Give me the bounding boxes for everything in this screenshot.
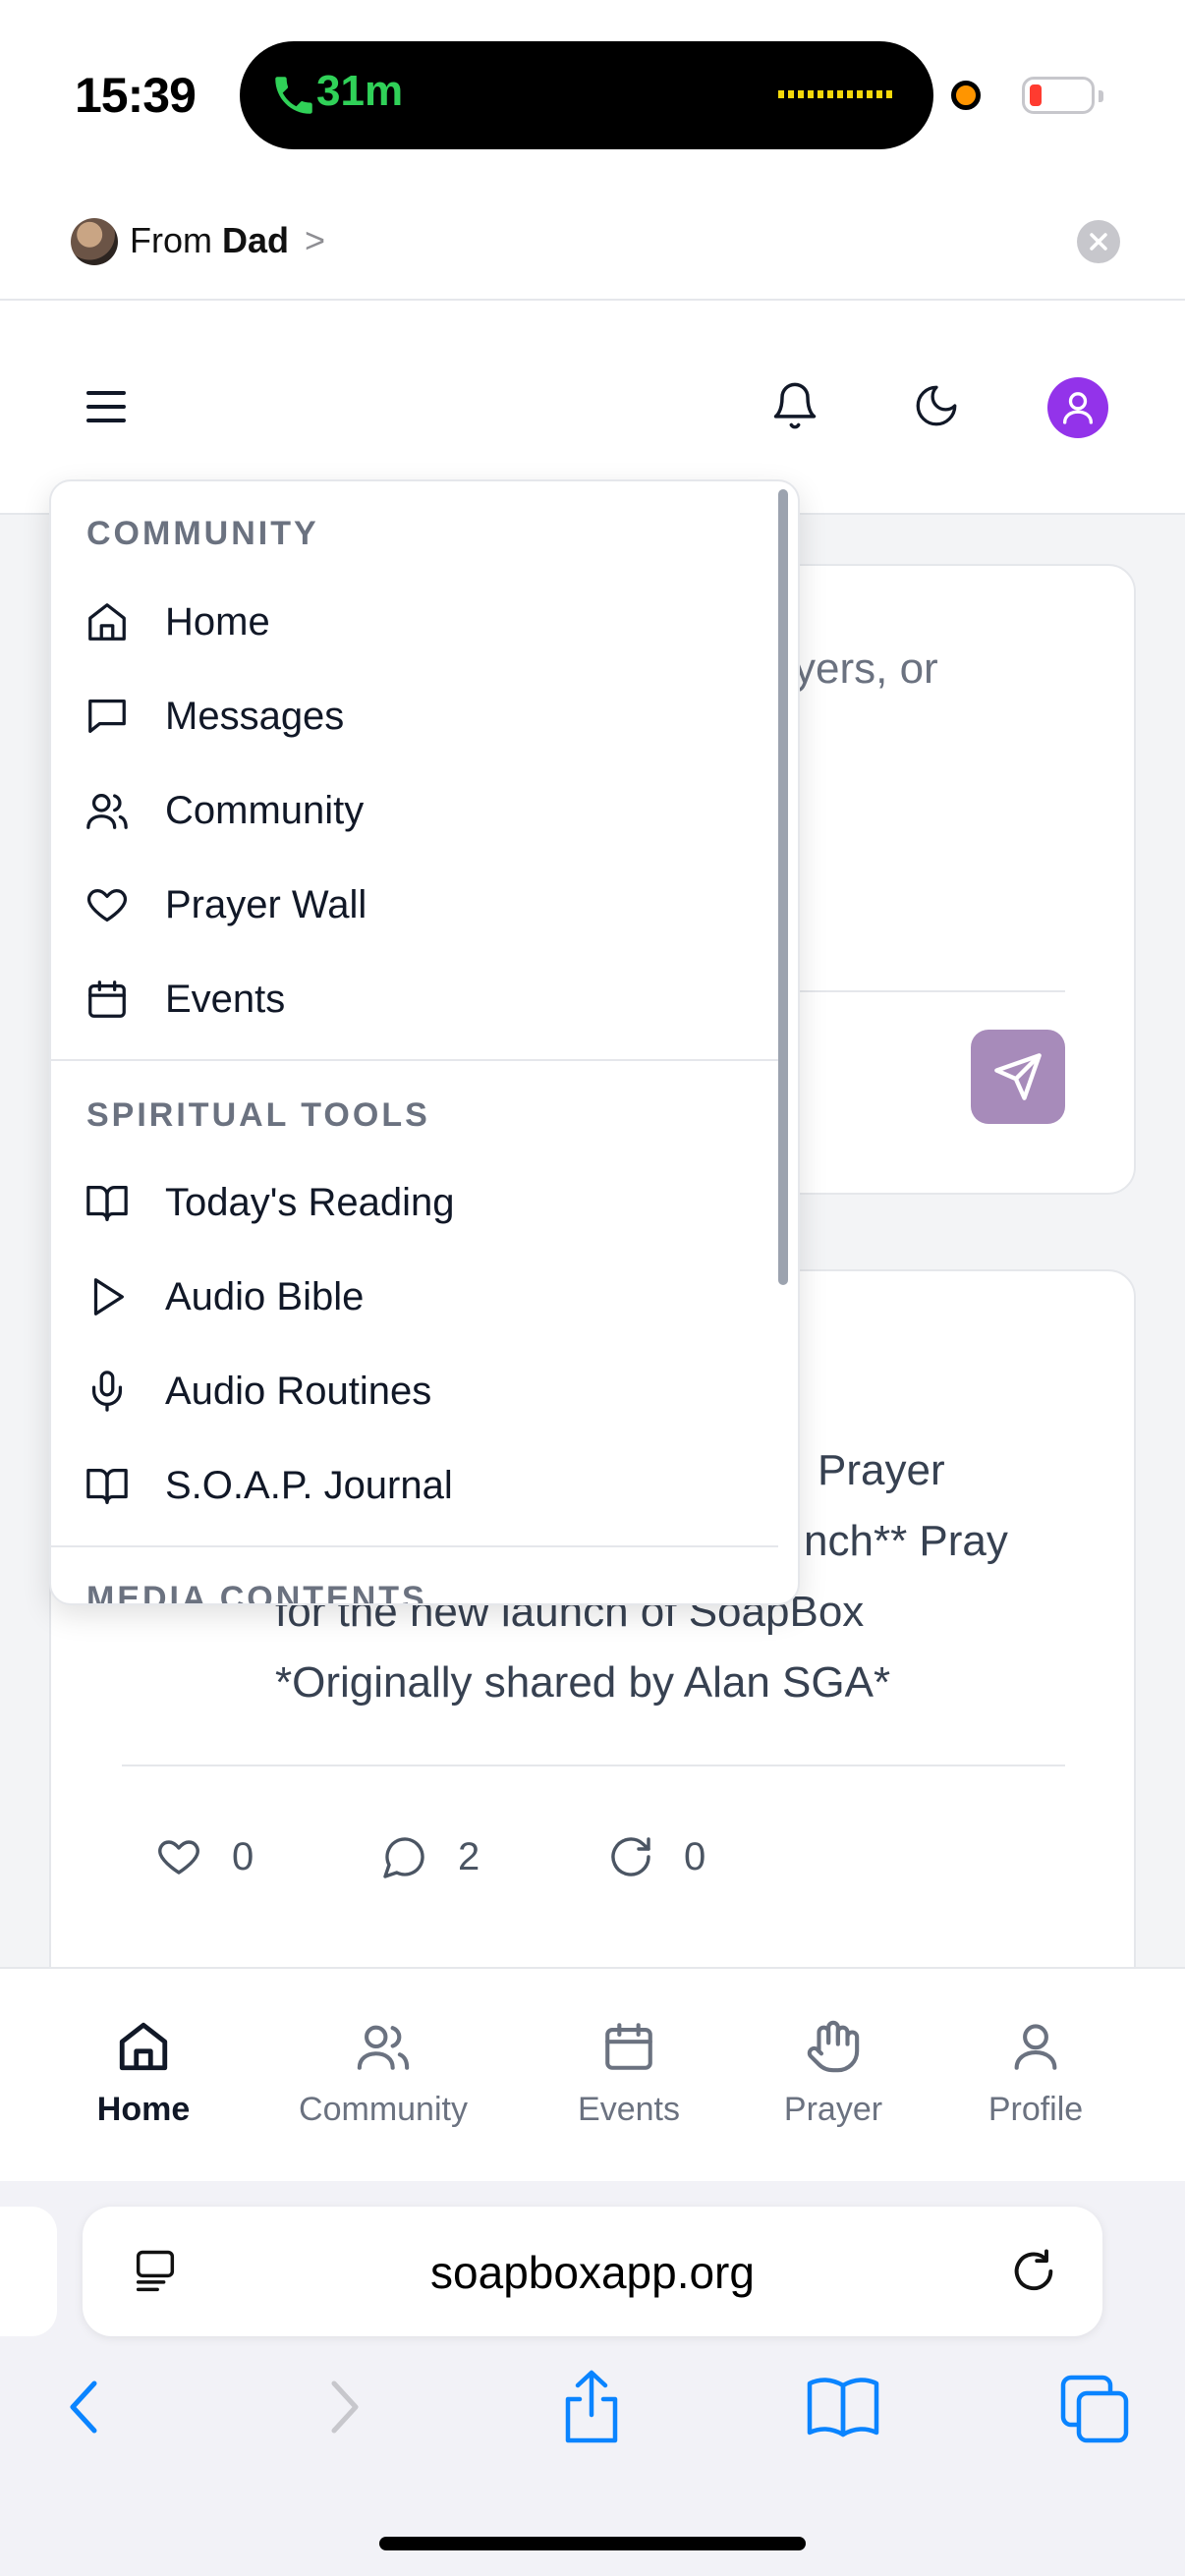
sender-avatar <box>71 218 118 265</box>
menu-item-label: Audio Bible <box>165 1274 365 1318</box>
book-open-icon <box>86 1186 128 1221</box>
nav-community[interactable]: Community <box>275 2018 491 2129</box>
shared-from-text[interactable]: From Dad > <box>130 220 325 261</box>
menu-section-community: COMMUNITY <box>86 515 319 552</box>
repost-button[interactable]: 0 <box>607 1831 705 1882</box>
post-text-line: *Originally shared by Alan SGA* <box>275 1658 891 1707</box>
theme-toggle-button[interactable] <box>901 370 972 441</box>
hand-icon <box>807 2020 860 2073</box>
menu-toggle-button[interactable] <box>71 371 141 442</box>
forward-icon[interactable] <box>318 2372 366 2442</box>
menu-item-label: Events <box>165 977 286 1021</box>
chevron-right-icon: > <box>305 220 326 260</box>
home-indicator[interactable] <box>379 2537 806 2550</box>
mic-indicator-icon <box>951 81 981 110</box>
menu-item-label: Today's Reading <box>165 1180 455 1224</box>
battery-icon <box>1022 77 1103 114</box>
status-time: 15:39 <box>75 68 197 123</box>
user-icon <box>1063 392 1093 424</box>
book-open-icon <box>86 1469 128 1504</box>
menu-divider <box>51 1545 778 1547</box>
close-banner-button[interactable] <box>1077 220 1120 263</box>
post-text-line: Prayer <box>818 1446 945 1494</box>
comment-count: 2 <box>458 1834 480 1878</box>
repost-count: 0 <box>684 1834 706 1878</box>
home-icon <box>88 603 126 641</box>
menu-section-clip: MEDIA CONTENTS <box>51 1572 798 1603</box>
send-icon <box>994 1053 1042 1100</box>
menu-scrollbar[interactable] <box>778 489 788 1285</box>
status-bar: 15:39 31m <box>0 0 1185 187</box>
shared-with-you-banner[interactable]: From Dad > <box>0 187 1185 301</box>
users-icon <box>86 794 128 829</box>
refresh-icon <box>611 1837 650 1876</box>
nav-label: Home <box>96 2091 191 2128</box>
menu-item-label: Community <box>165 788 365 832</box>
menu-item-home[interactable]: Home <box>51 580 778 664</box>
post-divider <box>122 1764 1065 1766</box>
menu-divider <box>51 1059 778 1061</box>
nav-profile[interactable]: Profile <box>928 2018 1144 2129</box>
phone-icon <box>275 77 312 114</box>
menu-item-audio-routines[interactable]: Audio Routines <box>51 1349 778 1433</box>
menu-item-label: S.O.A.P. Journal <box>165 1463 453 1507</box>
menu-item-events[interactable]: Events <box>51 957 778 1041</box>
menu-item-label: Messages <box>165 694 345 738</box>
composer-placeholder[interactable]: yers, or <box>794 644 938 694</box>
sender-name: Dad <box>222 220 290 260</box>
shared-prefix: From <box>130 220 212 260</box>
menu-item-label: Home <box>165 599 270 644</box>
back-icon[interactable] <box>63 2372 110 2442</box>
home-icon <box>119 2022 168 2071</box>
nav-label: Community <box>299 2091 468 2128</box>
notifications-button[interactable] <box>760 370 830 441</box>
menu-item-label: Audio Routines <box>165 1369 432 1413</box>
moon-icon <box>916 385 957 426</box>
nav-prayer[interactable]: Prayer <box>725 2018 941 2129</box>
menu-item-todays-reading[interactable]: Today's Reading <box>51 1160 778 1245</box>
tabs-icon[interactable] <box>1059 2374 1132 2446</box>
nav-label: Prayer <box>783 2091 883 2128</box>
call-duration: 31m <box>316 67 404 115</box>
menu-section-spiritual-tools: SPIRITUAL TOOLS <box>86 1096 430 1134</box>
comment-button[interactable]: 2 <box>381 1831 480 1882</box>
audio-wave-icon <box>778 90 896 98</box>
menu-item-messages[interactable]: Messages <box>51 674 778 758</box>
send-post-button[interactable] <box>971 1030 1065 1124</box>
dynamic-island-call[interactable]: 31m <box>240 41 933 149</box>
message-icon <box>88 700 126 733</box>
profile-avatar-button[interactable] <box>1047 377 1108 438</box>
menu-item-audio-bible[interactable]: Audio Bible <box>51 1255 778 1339</box>
heart-icon <box>87 888 127 922</box>
like-count: 0 <box>232 1834 254 1878</box>
hamburger-icon <box>86 391 126 422</box>
bookmarks-icon[interactable] <box>806 2376 880 2438</box>
nav-events[interactable]: Events <box>521 2018 737 2129</box>
nav-label: Profile <box>988 2091 1084 2128</box>
close-icon <box>1090 233 1107 251</box>
microphone-icon <box>91 1371 123 1412</box>
comment-icon <box>383 1837 424 1878</box>
play-icon <box>93 1278 124 1316</box>
bell-icon <box>773 382 817 429</box>
calendar-icon <box>605 2023 652 2070</box>
menu-item-community[interactable]: Community <box>51 768 778 853</box>
like-button[interactable]: 0 <box>155 1831 254 1882</box>
nav-home[interactable]: Home <box>35 2018 252 2129</box>
share-icon[interactable] <box>556 2368 627 2446</box>
calendar-icon <box>88 980 126 1018</box>
users-icon <box>357 2025 410 2070</box>
menu-item-label: Prayer Wall <box>165 882 367 926</box>
menu-section-media-contents: MEDIA CONTENTS <box>86 1580 427 1603</box>
user-icon <box>1014 2024 1057 2070</box>
nav-label: Events <box>578 2091 680 2128</box>
heart-icon <box>158 1840 199 1875</box>
menu-item-soap-journal[interactable]: S.O.A.P. Journal <box>51 1443 778 1528</box>
post-text-line: nch** Pray <box>804 1517 1008 1565</box>
menu-item-prayer-wall[interactable]: Prayer Wall <box>51 863 778 947</box>
reload-icon[interactable] <box>1008 2246 1059 2297</box>
